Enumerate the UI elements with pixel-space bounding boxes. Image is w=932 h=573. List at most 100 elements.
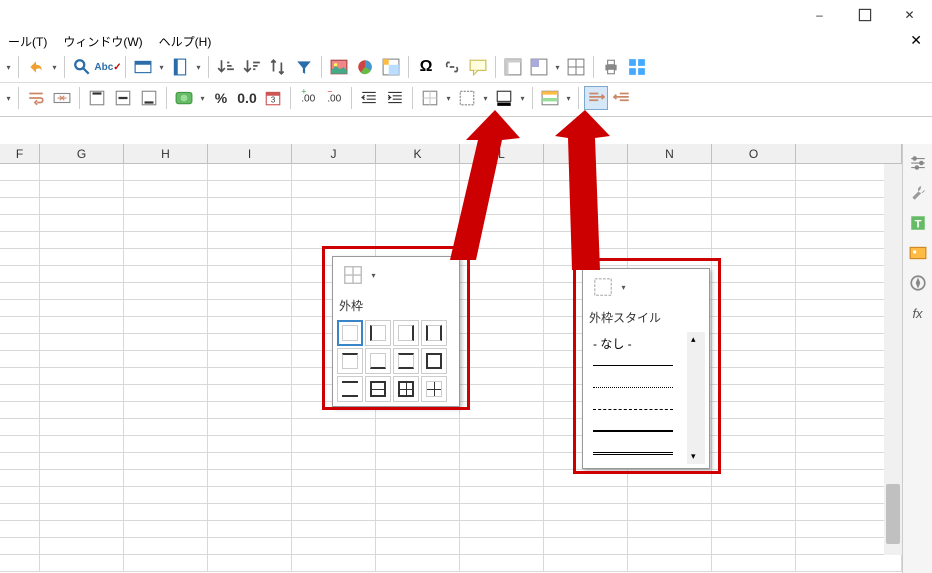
column-header[interactable]: O xyxy=(712,144,796,163)
ltr-button[interactable] xyxy=(584,86,608,110)
cell[interactable] xyxy=(124,521,208,537)
cell[interactable] xyxy=(376,538,460,554)
border-left[interactable] xyxy=(365,320,391,346)
align-bottom-button[interactable] xyxy=(137,86,161,110)
headers-button[interactable] xyxy=(501,55,525,79)
cell[interactable] xyxy=(124,266,208,282)
cell[interactable] xyxy=(124,300,208,316)
cell[interactable] xyxy=(40,164,124,180)
cell[interactable] xyxy=(292,504,376,520)
sort-asc-button[interactable] xyxy=(214,55,238,79)
cell[interactable] xyxy=(460,521,544,537)
cell[interactable] xyxy=(376,181,460,197)
cell[interactable] xyxy=(292,470,376,486)
cell[interactable] xyxy=(376,215,460,231)
cell[interactable] xyxy=(376,470,460,486)
border-box[interactable] xyxy=(421,348,447,374)
border-left-right[interactable] xyxy=(421,320,447,346)
cell[interactable] xyxy=(712,555,796,571)
cell[interactable] xyxy=(0,300,40,316)
currency-dropdown[interactable]: ▾ xyxy=(198,94,207,103)
cell[interactable] xyxy=(208,385,292,401)
cell[interactable] xyxy=(124,164,208,180)
column-header[interactable]: L xyxy=(460,144,544,163)
cell[interactable] xyxy=(460,504,544,520)
percent-button[interactable]: % xyxy=(209,86,233,110)
cell[interactable] xyxy=(292,538,376,554)
cell[interactable] xyxy=(40,521,124,537)
border-style-dashed[interactable] xyxy=(587,398,687,420)
print-button[interactable] xyxy=(599,55,623,79)
cell[interactable] xyxy=(712,385,796,401)
cell[interactable] xyxy=(124,504,208,520)
cell[interactable] xyxy=(460,266,544,282)
cell[interactable] xyxy=(292,232,376,248)
cell[interactable] xyxy=(376,198,460,214)
cell[interactable] xyxy=(460,487,544,503)
cell[interactable] xyxy=(40,487,124,503)
sidebar-functions-button[interactable]: fx xyxy=(907,302,929,324)
vertical-scrollbar[interactable] xyxy=(884,164,902,555)
cell[interactable] xyxy=(460,402,544,418)
comment-button[interactable] xyxy=(466,55,490,79)
sort-button[interactable] xyxy=(266,55,290,79)
cell[interactable] xyxy=(712,300,796,316)
cell[interactable] xyxy=(628,487,712,503)
cell[interactable] xyxy=(628,249,712,265)
document-close-button[interactable]: ✕ xyxy=(910,32,922,49)
rtl-button[interactable] xyxy=(610,86,634,110)
cell[interactable] xyxy=(460,181,544,197)
cell[interactable] xyxy=(544,538,628,554)
cell[interactable] xyxy=(292,453,376,469)
cell[interactable] xyxy=(208,232,292,248)
column-header[interactable]: I xyxy=(208,144,292,163)
cell[interactable] xyxy=(208,504,292,520)
cell[interactable] xyxy=(124,368,208,384)
cell[interactable] xyxy=(208,436,292,452)
cell[interactable] xyxy=(0,555,40,571)
cell[interactable] xyxy=(376,436,460,452)
cell[interactable] xyxy=(124,385,208,401)
cell[interactable] xyxy=(0,249,40,265)
cell[interactable] xyxy=(460,419,544,435)
split-button[interactable] xyxy=(564,55,588,79)
cell[interactable] xyxy=(208,402,292,418)
cell[interactable] xyxy=(628,555,712,571)
cell[interactable] xyxy=(460,470,544,486)
cell[interactable] xyxy=(124,538,208,554)
cell[interactable] xyxy=(712,266,796,282)
cell[interactable] xyxy=(544,164,628,180)
cell[interactable] xyxy=(0,453,40,469)
cell[interactable] xyxy=(208,555,292,571)
cell[interactable] xyxy=(292,181,376,197)
cell[interactable] xyxy=(712,436,796,452)
cell[interactable] xyxy=(40,266,124,282)
cell[interactable] xyxy=(460,300,544,316)
sidebar-styles-button[interactable]: T xyxy=(907,212,929,234)
menu-window[interactable]: ウィンドウ(W) xyxy=(55,31,150,52)
cell[interactable] xyxy=(40,249,124,265)
cell[interactable] xyxy=(40,538,124,554)
cell[interactable] xyxy=(460,198,544,214)
border-none[interactable] xyxy=(337,320,363,346)
cell[interactable] xyxy=(376,504,460,520)
cell[interactable] xyxy=(208,538,292,554)
autoformat-dropdown[interactable]: ▾ xyxy=(564,94,573,103)
freeze-button[interactable] xyxy=(527,55,551,79)
pivot-button[interactable] xyxy=(379,55,403,79)
column-header[interactable]: N xyxy=(628,144,712,163)
currency-button[interactable] xyxy=(172,86,196,110)
border-horizontal[interactable] xyxy=(337,376,363,402)
cell[interactable] xyxy=(208,266,292,282)
border-all[interactable] xyxy=(393,376,419,402)
cell[interactable] xyxy=(40,453,124,469)
autoformat-button[interactable] xyxy=(538,86,562,110)
minimize-button[interactable]: – xyxy=(797,0,842,30)
borders-button[interactable] xyxy=(418,86,442,110)
cell[interactable] xyxy=(628,198,712,214)
column-dropdown[interactable]: ▾ xyxy=(194,63,203,72)
cell[interactable] xyxy=(124,181,208,197)
cell[interactable] xyxy=(628,215,712,231)
border-style-popup-dropdown[interactable]: ▾ xyxy=(619,283,628,292)
cell[interactable] xyxy=(0,436,40,452)
